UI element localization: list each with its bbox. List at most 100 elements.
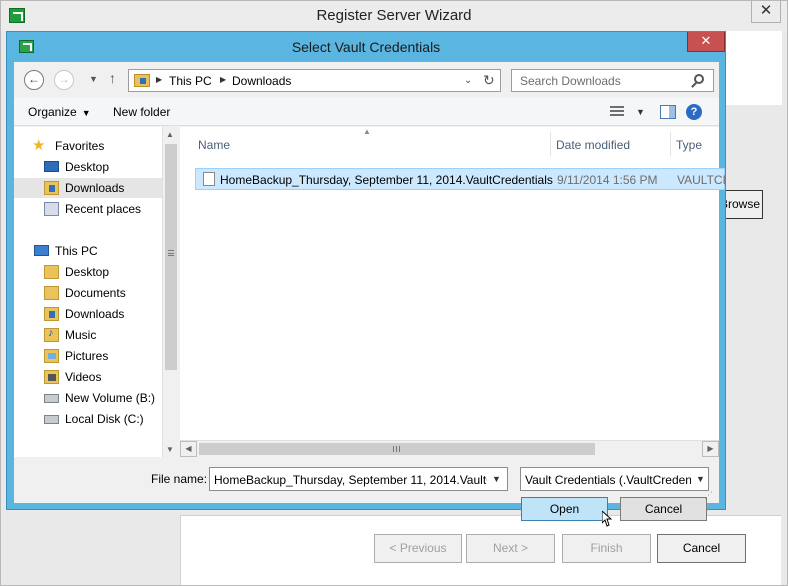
videos-folder-icon [44,370,59,384]
nav-pc-downloads[interactable]: Downloads [14,304,162,324]
nav-item-label: Documents [65,286,126,300]
nav-pc-pictures[interactable]: Pictures [14,346,162,366]
search-input[interactable] [512,70,687,91]
desktop-folder-icon [44,265,59,279]
type-cell: VAULTCRE [677,173,725,187]
breadcrumb-separator-icon[interactable]: ▶ [156,75,162,84]
nav-favorites-downloads[interactable]: Downloads [14,178,162,198]
desktop-icon [44,161,59,172]
refresh-icon[interactable]: ↻ [483,72,495,89]
dialog-close-button[interactable]: ✕ [687,32,725,52]
star-icon: ★ [32,137,46,154]
column-separator[interactable] [670,132,671,156]
search-icon[interactable] [694,74,704,84]
view-options-chevron-icon[interactable]: ▼ [636,107,645,117]
downloads-folder-icon [44,307,59,321]
nav-pc-documents[interactable]: Documents [14,283,162,303]
finish-button[interactable]: Finish [562,534,651,563]
wizard-titlebar: Register Server Wizard ✕ [1,1,787,31]
open-button[interactable]: Open [521,497,608,521]
recent-locations-chevron-icon[interactable]: ▼ [89,74,98,84]
nav-pc-desktop[interactable]: Desktop [14,262,162,282]
breadcrumb-this-pc[interactable]: This PC [169,74,212,88]
column-header-date-modified[interactable]: Date modified [556,138,630,162]
breadcrumb-separator-icon[interactable]: ▶ [220,75,226,84]
scroll-left-icon[interactable]: ◀ [180,441,197,457]
nav-this-pc[interactable]: This PC [14,241,162,261]
documents-folder-icon [44,286,59,300]
file-icon [203,172,215,186]
organize-label: Organize [28,105,77,119]
chevron-down-icon: ▼ [81,108,91,118]
nav-item-label: Downloads [65,181,125,195]
downloads-folder-icon [44,181,59,195]
preview-pane-icon[interactable] [660,105,676,119]
previous-button[interactable]: < Previous [374,534,462,563]
downloads-folder-icon [134,74,150,87]
dialog-title: Select Vault Credentials [291,39,441,55]
nav-item-label: Pictures [65,349,109,363]
recent-places-icon [44,202,59,216]
column-header-type[interactable]: Type [676,138,702,162]
nav-favorites-recent-places[interactable]: Recent places [14,199,162,219]
drive-icon [44,415,59,424]
new-folder-button[interactable]: New folder [113,105,170,119]
chevron-down-icon[interactable]: ▼ [696,474,705,484]
back-button[interactable]: ← [24,70,44,90]
wizard-content-panel [726,31,782,105]
wizard-sidebar [1,515,181,585]
organize-button[interactable]: Organize ▼ [28,105,91,119]
help-icon[interactable]: ? [686,104,702,120]
wizard-cancel-button[interactable]: Cancel [657,534,746,563]
toolbar: Organize ▼ New folder ▼ ? [14,98,719,126]
next-button[interactable]: Next > [466,534,555,563]
nav-favorites[interactable]: ★ Favorites [14,136,162,156]
scroll-up-icon[interactable]: ▲ [166,130,174,139]
nav-pc-new-volume[interactable]: New Volume (B:) [14,388,162,408]
cancel-button[interactable]: Cancel [620,497,707,521]
file-type-select[interactable]: Vault Credentials (.VaultCredentials) ▼ [520,467,709,491]
nav-pc-music[interactable]: Music [14,325,162,345]
file-list: ▲ Name Date modified Type HomeBackup_Thu… [180,127,725,457]
address-dropdown-icon[interactable]: ⌄ [464,75,472,86]
change-view-icon[interactable] [610,106,624,117]
scroll-right-icon[interactable]: ▶ [702,441,719,457]
nav-pc-videos[interactable]: Videos [14,367,162,387]
nav-item-label: Videos [65,370,102,384]
nav-item-label: Desktop [65,265,110,279]
file-name-combobox[interactable]: HomeBackup_Thursday, September 11, 2014.… [209,467,508,491]
file-name-cell: HomeBackup_Thursday, September 11, 2014.… [220,173,553,187]
select-vault-credentials-dialog: Select Vault Credentials ✕ ← → ▼ ↑ ▶ Thi… [6,31,726,527]
nav-item-label: Music [65,328,97,342]
chevron-down-icon[interactable]: ▼ [492,474,501,484]
nav-pc-local-disk[interactable]: Local Disk (C:) [14,409,162,429]
table-row[interactable]: HomeBackup_Thursday, September 11, 2014.… [195,168,725,190]
nav-pane-scrollbar[interactable]: ▲ ▼ [162,127,179,457]
column-separator[interactable] [550,132,551,156]
wizard-close-button[interactable]: ✕ [751,1,781,23]
scrollbar-thumb[interactable] [165,144,177,370]
nav-item-label: Recent places [65,202,142,216]
scroll-down-icon[interactable]: ▼ [166,445,174,454]
mouse-cursor-icon [602,511,612,527]
navigation-pane: ★ Favorites Desktop Downloads Recent pla… [14,127,162,457]
file-name-value[interactable]: HomeBackup_Thursday, September 11, 2014.… [214,473,487,487]
file-list-horizontal-scrollbar[interactable]: ◀ ▶ [180,440,719,457]
date-modified-cell: 9/11/2014 1:56 PM [557,173,658,187]
nav-item-label: Desktop [65,160,110,174]
nav-this-pc-label: This PC [55,244,98,258]
up-arrow-icon[interactable]: ↑ [109,70,116,86]
nav-item-label: Downloads [65,307,125,321]
resize-grip-icon[interactable]: ⋰ [704,490,713,501]
address-bar[interactable]: ▶ This PC ▶ Downloads ⌄ ↻ [128,69,501,92]
column-header-name[interactable]: Name [198,138,230,162]
nav-favorites-desktop[interactable]: Desktop [14,157,162,177]
forward-button[interactable]: → [54,70,74,90]
scrollbar-thumb[interactable] [199,443,595,455]
sort-ascending-icon: ▲ [363,127,371,136]
search-box[interactable] [511,69,714,92]
pictures-folder-icon [44,349,59,363]
wizard-title: Register Server Wizard [316,7,472,24]
nav-favorites-label: Favorites [55,139,105,153]
breadcrumb-downloads[interactable]: Downloads [232,74,291,88]
